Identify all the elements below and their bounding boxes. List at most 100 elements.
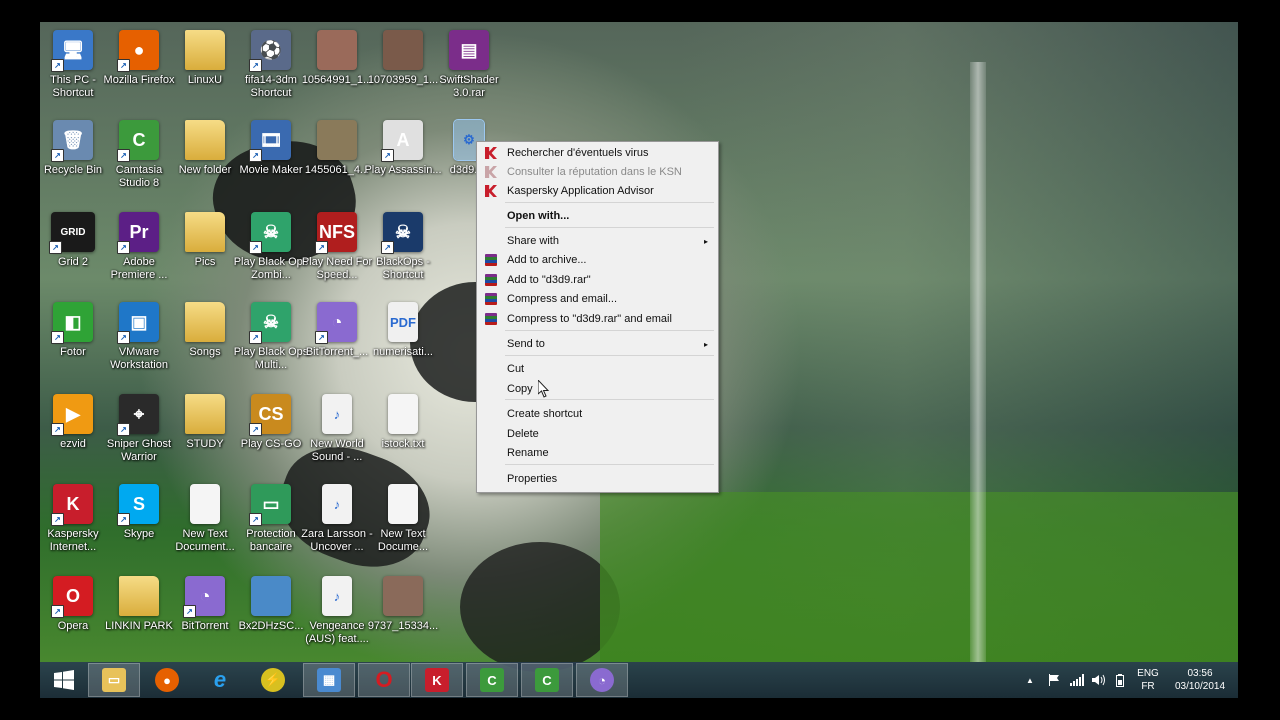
desktop-icon[interactable]: 9737_15334... — [368, 576, 438, 662]
desktop-icon[interactable]: 10564991_1... — [302, 30, 372, 116]
opera-icon: O ↗ — [51, 576, 93, 618]
language-indicator[interactable]: ENG FR — [1133, 662, 1163, 698]
mp3-file-icon: ♪ — [322, 576, 352, 616]
desktop-icon[interactable]: istock.txt — [371, 394, 435, 480]
menu-item-create-shortcut[interactable]: Create shortcut — [479, 405, 716, 424]
desktop-icon[interactable]: ◔ ↗ BitTorrent — [173, 576, 237, 662]
start-button[interactable] — [42, 663, 86, 697]
show-hidden-icons-button[interactable]: ▲ — [1026, 662, 1034, 698]
desktop-icon[interactable]: ♪ New World Sound - ... — [305, 394, 369, 480]
taskbar-kaspersky[interactable]: K — [411, 663, 463, 697]
menu-item-add-to-archive[interactable]: Add to archive... — [479, 251, 716, 270]
desktop-icon[interactable]: ♪ Zara Larsson - Uncover ... — [301, 484, 373, 570]
desktop-icon[interactable]: ▣ ↗ VMware Workstation — [107, 302, 171, 388]
desktop-icon[interactable]: C ↗ Camtasia Studio 8 — [107, 120, 171, 206]
desktop-icon[interactable]: NFS ↗ Play Need For Speed... — [302, 212, 372, 298]
black-ops-icon: ☠ ↗ — [381, 212, 423, 254]
desktop-icon[interactable]: ● ↗ Mozilla Firefox — [104, 30, 174, 116]
kaspersky-icon: K — [425, 668, 449, 692]
desktop-icon[interactable]: O ↗ Opera — [41, 576, 105, 662]
desktop-icon[interactable]: Pr ↗ Adobe Premiere ... — [107, 212, 171, 298]
menu-item-compress-to-d3d9-rar-and-email[interactable]: Compress to "d3d9.rar" and email — [479, 310, 716, 329]
menu-item-label: Compress and email... — [507, 293, 618, 305]
volume-icon[interactable] — [1092, 662, 1106, 698]
desktop-icon[interactable]: 🎞 ↗ Movie Maker — [239, 120, 303, 206]
desktop-icon[interactable]: ⚽ ↗ fifa14-3dm Shortcut — [239, 30, 303, 116]
menu-item-send-to[interactable]: Send to ▸ — [479, 335, 716, 354]
network-icon[interactable] — [1070, 662, 1084, 698]
taskbar-firefox[interactable]: ● — [141, 663, 193, 697]
desktop-icon[interactable]: 🖥 ↗ This PC - Shortcut — [41, 30, 105, 116]
menu-item-open-with[interactable]: Open with... — [479, 207, 716, 226]
desktop-icon[interactable]: ▤ SwiftShader 3.0.rar — [437, 30, 501, 116]
taskbar-app[interactable]: ⚡ — [247, 663, 299, 697]
taskbar-opera[interactable]: O — [358, 663, 410, 697]
desktop-icon[interactable]: New Text Document... — [173, 484, 237, 570]
desktop-icon[interactable]: ▭ ↗ Protection bancaire — [239, 484, 303, 570]
shortcut-arrow-icon: ↗ — [117, 241, 130, 254]
menu-separator — [505, 464, 714, 465]
desktop-icon[interactable]: New folder — [173, 120, 237, 206]
desktop-icon[interactable]: 1455061_4... — [305, 120, 369, 206]
desktop-icon[interactable]: LinuxU — [173, 30, 237, 116]
menu-item-compress-and-email[interactable]: Compress and email... — [479, 290, 716, 309]
menu-item-add-to-d3d9-rar[interactable]: Add to "d3d9.rar" — [479, 271, 716, 290]
menu-item-kaspersky-application-advisor[interactable]: Kaspersky Application Advisor — [479, 182, 716, 201]
desktop-icon[interactable]: LINKIN PARK — [105, 576, 173, 662]
desktop-icon[interactable]: ◔ ↗ BitTorrent_... — [305, 302, 369, 388]
menu-item-properties[interactable]: Properties — [479, 470, 716, 489]
folder-icon — [185, 212, 225, 252]
desktop-icon[interactable]: STUDY — [173, 394, 237, 480]
desktop-icon[interactable]: New Text Docume... — [371, 484, 435, 570]
taskbar-camtasia[interactable]: C — [466, 663, 518, 697]
desktop-icon-label: BlackOps - Shortcut — [376, 256, 430, 281]
desktop-icon[interactable]: ☠ ↗ Play Black Ops Zombi... — [234, 212, 308, 298]
desktop-icon[interactable]: Bx2DHzSC... — [239, 576, 303, 662]
desktop-icon[interactable]: K ↗ Kaspersky Internet... — [41, 484, 105, 570]
desktop-icon[interactable]: ☠ ↗ Play Black Ops Multi... — [234, 302, 308, 388]
menu-item-cut[interactable]: Cut — [479, 360, 716, 379]
battery-icon[interactable] — [1116, 662, 1124, 698]
menu-item-label: Share with — [507, 235, 559, 247]
desktop-icon[interactable]: ♪ Vengeance (AUS) feat.... — [305, 576, 369, 662]
desktop-icon-label: New Text Docume... — [377, 528, 429, 553]
mouse-cursor-icon — [537, 378, 550, 401]
desktop-icon[interactable]: 🗑 ↗ Recycle Bin — [41, 120, 105, 206]
shortcut-arrow-icon: ↗ — [51, 423, 64, 436]
desktop-icon[interactable]: ☠ ↗ BlackOps - Shortcut — [371, 212, 435, 298]
action-center-flag-icon[interactable] — [1048, 662, 1060, 698]
desktop-icon[interactable]: CS ↗ Play CS-GO — [239, 394, 303, 480]
desktop-icon[interactable]: ⌖ ↗ Sniper Ghost Warrior — [107, 394, 171, 480]
menu-item-delete[interactable]: Delete — [479, 425, 716, 444]
menu-item-label: Add to archive... — [507, 254, 587, 266]
desktop-icon[interactable]: ▶ ↗ ezvid — [41, 394, 105, 480]
menu-item-label: Rename — [507, 447, 549, 459]
shortcut-arrow-icon: ↗ — [117, 423, 130, 436]
winrar-icon — [485, 254, 497, 266]
desktop-icon[interactable]: S ↗ Skype — [107, 484, 171, 570]
menu-item-rename[interactable]: Rename — [479, 444, 716, 463]
desktop-icon[interactable]: GRID ↗ Grid 2 — [41, 212, 105, 298]
taskbar-internet-explorer[interactable]: e — [194, 663, 246, 697]
menu-item-share-with[interactable]: Share with ▸ — [479, 232, 716, 251]
taskbar-bittorrent[interactable]: ◔ — [576, 663, 628, 697]
desktop-icon[interactable]: PDF numerisati... — [371, 302, 435, 388]
desktop-icon[interactable]: ◧ ↗ Fotor — [41, 302, 105, 388]
taskbar-remote-desktop[interactable]: ▦ — [303, 663, 355, 697]
camtasia-recorder-icon: C — [535, 668, 559, 692]
desktop-icon[interactable]: Pics — [173, 212, 237, 298]
context-menu: Rechercher d'éventuels virus Consulter la… — [476, 141, 719, 493]
taskbar-file-explorer[interactable]: ▭ — [88, 663, 140, 697]
desktop-icon[interactable]: 10703959_1... — [368, 30, 438, 116]
taskbar-camtasia-recorder[interactable]: C — [521, 663, 573, 697]
menu-item-copy[interactable]: Copy — [479, 380, 716, 399]
menu-item-rechercher-d-ventuels-virus[interactable]: Rechercher d'éventuels virus — [479, 144, 716, 163]
shortcut-arrow-icon: ↗ — [315, 241, 328, 254]
signal-bars-icon — [1070, 674, 1084, 686]
app-icon: ⚡ — [261, 668, 285, 692]
desktop-icon[interactable]: Songs — [173, 302, 237, 388]
shortcut-arrow-icon: ↗ — [381, 241, 394, 254]
desktop-icon[interactable]: A ↗ Play Assassin... — [364, 120, 442, 206]
vmware-icon: ▣ ↗ — [117, 302, 159, 344]
clock[interactable]: 03:56 03/10/2014 — [1168, 662, 1232, 698]
